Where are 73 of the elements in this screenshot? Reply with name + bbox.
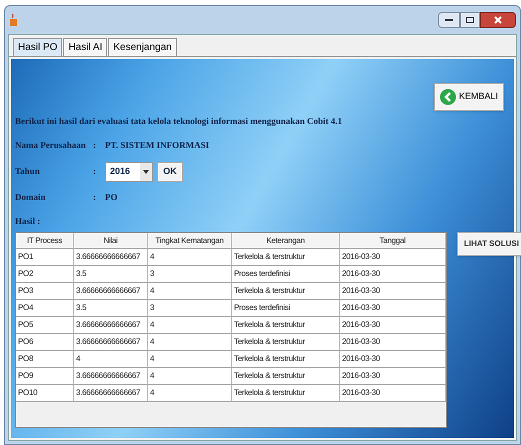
table-cell: 3 [148, 300, 232, 316]
tab[interactable]: Hasil PO [13, 38, 62, 56]
table-cell: 3.66666666666667 [74, 249, 148, 265]
table-cell: 3.66666666666667 [74, 334, 148, 350]
maximize-button[interactable] [460, 12, 480, 28]
table-cell: PO1 [16, 249, 74, 265]
intro-text: Berikut ini hasil dari evaluasi tata kelola teknologi informasi menggunakan Cobit 4.1 [15, 115, 344, 128]
table-cell: 4 [148, 249, 232, 265]
column-header[interactable]: IT Process [16, 233, 74, 248]
table-cell: 2016-03-30 [340, 351, 446, 367]
table-cell: 3.66666666666667 [74, 385, 148, 401]
field-value: PT. SISTEM INFORMASI [105, 138, 210, 152]
view-solution-button[interactable]: LIHAT SOLUSI [457, 232, 521, 256]
table-cell: Proses terdefinisi [232, 266, 340, 282]
table-cell: 2016-03-30 [340, 368, 446, 384]
field-label: Tahun [15, 164, 41, 178]
result-label: Hasil : [15, 214, 42, 228]
table-cell: 2016-03-30 [340, 334, 446, 350]
field-label: Domain [15, 190, 47, 204]
table-cell: PO3 [16, 283, 74, 299]
column-header[interactable]: Tanggal [340, 233, 446, 248]
table-cell: 3.5 [74, 300, 148, 316]
column-header[interactable]: Keterangan [232, 233, 340, 248]
field-label: Nama Perusahaan [15, 138, 87, 152]
table-cell: 2016-03-30 [340, 249, 446, 265]
table-cell: 4 [74, 351, 148, 367]
table-cell: Proses terdefinisi [232, 300, 340, 316]
separator: : [93, 138, 97, 152]
table-cell: 2016-03-30 [340, 266, 446, 282]
tab[interactable]: Hasil AI [63, 38, 108, 56]
table-cell: Terkelola & terstruktur [232, 334, 340, 350]
tab[interactable]: Kesenjangan [108, 38, 177, 56]
year-dropdown[interactable]: 2016 [105, 162, 153, 182]
table-cell: 3 [148, 266, 232, 282]
minimize-button[interactable] [438, 12, 460, 28]
separator: : [93, 190, 97, 204]
table-cell: PO4 [16, 300, 74, 316]
field-value: PO [105, 190, 118, 204]
table-cell: 4 [148, 334, 232, 350]
back-button[interactable]: KEMBALI [434, 83, 504, 111]
table-cell: 4 [148, 385, 232, 401]
table-cell: PO10 [16, 385, 74, 401]
table-cell: Terkelola & terstruktur [232, 368, 340, 384]
table-cell: Terkelola & terstruktur [232, 317, 340, 333]
table-cell: PO8 [16, 351, 74, 367]
java-cup-icon [9, 13, 19, 27]
table-cell: 4 [148, 317, 232, 333]
close-icon [494, 16, 502, 24]
column-header[interactable]: Tingkat Kematangan [148, 233, 232, 248]
table-cell: PO9 [16, 368, 74, 384]
table-cell: 4 [148, 351, 232, 367]
table-cell: 2016-03-30 [340, 283, 446, 299]
table-cell: Terkelola & terstruktur [232, 351, 340, 367]
close-button[interactable] [480, 12, 516, 28]
table-cell: 3.66666666666667 [74, 368, 148, 384]
separator: : [93, 164, 97, 178]
table-cell: 3.5 [74, 266, 148, 282]
table-cell: Terkelola & terstruktur [232, 249, 340, 265]
table-cell: PO6 [16, 334, 74, 350]
table-cell: 3.66666666666667 [74, 317, 148, 333]
table-cell: Terkelola & terstruktur [232, 283, 340, 299]
table-cell: 2016-03-30 [340, 385, 446, 401]
table-cell: PO5 [16, 317, 74, 333]
table-cell: 3.66666666666667 [74, 283, 148, 299]
column-header[interactable]: Nilai [74, 233, 148, 248]
table-cell: 2016-03-30 [340, 317, 446, 333]
table-cell: 4 [148, 368, 232, 384]
table-cell: 2016-03-30 [340, 300, 446, 316]
table-cell: Terkelola & terstruktur [232, 385, 340, 401]
table-cell: 4 [148, 283, 232, 299]
table-cell: PO2 [16, 266, 74, 282]
ok-button[interactable]: OK [157, 162, 183, 182]
dropdown-caret-icon [140, 162, 152, 180]
